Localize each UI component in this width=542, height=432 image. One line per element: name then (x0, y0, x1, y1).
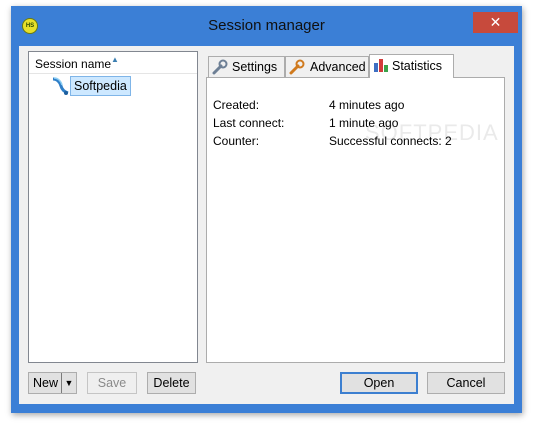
tab-statistics-label: Statistics (392, 59, 443, 73)
last-connect-label: Last connect: (213, 116, 285, 130)
wrench-orange-icon (289, 59, 305, 75)
save-button[interactable]: Save (87, 372, 137, 394)
column-header-label: Session name (35, 57, 112, 71)
tab-settings-label: Settings (232, 60, 278, 74)
session-tree[interactable]: Session name ▲ Softpedia (28, 51, 198, 363)
statistics-panel: SOFTPEDIA Created: 4 minutes ago Last co… (206, 77, 505, 363)
open-button[interactable]: Open (340, 372, 418, 394)
last-connect-value: 1 minute ago (329, 116, 399, 130)
delete-button[interactable]: Delete (147, 372, 196, 394)
close-button[interactable]: ✕ (473, 12, 518, 33)
wrench-icon (212, 59, 228, 75)
bar-chart-icon (374, 59, 388, 72)
cancel-button[interactable]: Cancel (427, 372, 505, 394)
new-button-label: New (33, 376, 59, 390)
dialog-client-area: Session name ▲ Softpedia Settings Advanc… (19, 46, 514, 404)
tab-settings[interactable]: Settings (208, 56, 285, 77)
created-value: 4 minutes ago (329, 98, 405, 112)
session-icon (52, 77, 69, 95)
created-label: Created: (213, 98, 260, 112)
counter-label: Counter: (213, 134, 260, 148)
counter-value: Successful connects: 2 (329, 134, 452, 148)
session-manager-window: HS Session manager ✕ Session name ▲ Soft… (11, 6, 522, 413)
tree-item-label: Softpedia (70, 76, 131, 96)
tree-column-header[interactable]: Session name ▲ (29, 52, 197, 74)
tab-advanced-label: Advanced (310, 60, 366, 74)
tab-statistics[interactable]: Statistics (369, 54, 454, 78)
window-title: Session manager (208, 17, 325, 34)
sort-ascending-icon: ▲ (111, 55, 119, 64)
tab-advanced[interactable]: Advanced (285, 56, 369, 77)
dropdown-arrow-icon[interactable]: ▼ (61, 373, 76, 393)
new-split-button[interactable]: New ▼ (28, 372, 77, 394)
title-bar[interactable]: HS Session manager ✕ (11, 6, 522, 46)
